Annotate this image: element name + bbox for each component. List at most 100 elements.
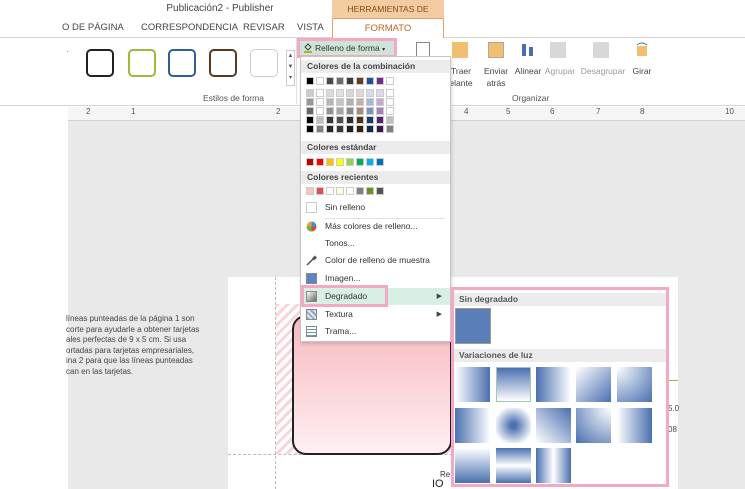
theme-color-swatch[interactable]: [306, 98, 314, 106]
theme-color-swatch[interactable]: [336, 98, 344, 106]
theme-color-swatch[interactable]: [326, 98, 334, 106]
theme-color-swatch[interactable]: [346, 98, 354, 106]
color-swatch[interactable]: [376, 158, 384, 166]
theme-color-swatch[interactable]: [306, 125, 314, 133]
menu-item-more-colors[interactable]: Más colores de relleno...: [301, 218, 450, 235]
theme-color-swatch[interactable]: [316, 116, 324, 124]
theme-color-swatch[interactable]: [386, 116, 394, 124]
theme-color-swatch[interactable]: [356, 116, 364, 124]
gradient-tile[interactable]: [496, 367, 531, 402]
theme-color-swatch[interactable]: [346, 116, 354, 124]
color-swatch[interactable]: [356, 187, 364, 195]
tab-view[interactable]: VISTA: [297, 22, 324, 33]
theme-color-swatch[interactable]: [346, 125, 354, 133]
color-swatch[interactable]: [336, 187, 344, 195]
tab-mailings[interactable]: CORRESPONDENCIA: [141, 22, 238, 33]
theme-color-swatch[interactable]: [376, 107, 384, 115]
gradient-tile[interactable]: [617, 367, 652, 402]
theme-color-swatch[interactable]: [316, 89, 324, 97]
shape-style-green[interactable]: [128, 49, 156, 77]
gradient-tile[interactable]: [455, 448, 490, 483]
theme-color-swatch[interactable]: [336, 77, 344, 85]
bring-forward-label-2[interactable]: elante: [447, 78, 475, 88]
theme-color-swatch[interactable]: [376, 77, 384, 85]
theme-color-swatch[interactable]: [366, 116, 374, 124]
menu-item-sample-color[interactable]: Color de relleno de muestra: [301, 252, 450, 269]
gradient-tile[interactable]: [455, 408, 490, 443]
theme-color-swatch[interactable]: [346, 107, 354, 115]
color-swatch[interactable]: [376, 187, 384, 195]
color-swatch[interactable]: [316, 158, 324, 166]
theme-color-swatch[interactable]: [366, 77, 374, 85]
gradient-tile[interactable]: [496, 408, 531, 443]
gradient-tile[interactable]: [576, 367, 611, 402]
gradient-tile[interactable]: [496, 448, 531, 483]
theme-color-swatch[interactable]: [376, 125, 384, 133]
send-backward-label-1[interactable]: Enviar: [482, 66, 510, 76]
theme-color-swatch[interactable]: [336, 107, 344, 115]
group-button[interactable]: Agrupar: [543, 66, 577, 76]
gradient-tile[interactable]: [455, 367, 490, 402]
theme-color-swatch[interactable]: [336, 116, 344, 124]
no-gradient-swatch[interactable]: [455, 308, 491, 344]
tab-page-design[interactable]: O DE PÁGINA: [62, 22, 124, 33]
color-swatch[interactable]: [366, 187, 374, 195]
theme-color-swatch[interactable]: [306, 107, 314, 115]
theme-color-swatch[interactable]: [306, 116, 314, 124]
theme-color-swatch[interactable]: [336, 125, 344, 133]
tab-format[interactable]: FORMATO: [332, 18, 444, 39]
bring-forward-label-1[interactable]: Traer: [447, 66, 475, 76]
theme-color-swatch[interactable]: [356, 89, 364, 97]
ungroup-button[interactable]: Desagrupar: [579, 66, 627, 76]
menu-item-no-fill[interactable]: Sin relleno: [301, 199, 450, 216]
menu-item-texture[interactable]: Textura ▶: [301, 306, 450, 323]
theme-color-swatch[interactable]: [326, 125, 334, 133]
theme-color-swatch[interactable]: [356, 125, 364, 133]
color-swatch[interactable]: [336, 158, 344, 166]
theme-color-swatch[interactable]: [326, 89, 334, 97]
theme-color-swatch[interactable]: [316, 98, 324, 106]
theme-color-swatch[interactable]: [376, 89, 384, 97]
menu-item-tints[interactable]: Tonos...: [301, 235, 450, 252]
send-backward-label-2[interactable]: atrás: [482, 78, 510, 88]
theme-color-swatch[interactable]: [346, 89, 354, 97]
theme-color-swatch[interactable]: [326, 77, 334, 85]
theme-color-swatch[interactable]: [366, 89, 374, 97]
color-swatch[interactable]: [346, 158, 354, 166]
theme-color-swatch[interactable]: [366, 98, 374, 106]
gradient-tile[interactable]: [536, 408, 571, 443]
styles-scroll-control[interactable]: ▲ ▼ ▾: [286, 50, 295, 86]
theme-color-swatch[interactable]: [316, 107, 324, 115]
shape-style-blue[interactable]: [168, 49, 196, 77]
theme-color-swatch[interactable]: [306, 89, 314, 97]
theme-color-swatch[interactable]: [356, 107, 364, 115]
theme-color-swatch[interactable]: [316, 125, 324, 133]
align-button[interactable]: Alinear: [512, 66, 544, 76]
gradient-tile[interactable]: [617, 408, 652, 443]
theme-color-swatch[interactable]: [326, 116, 334, 124]
theme-color-swatch[interactable]: [386, 107, 394, 115]
color-swatch[interactable]: [306, 187, 314, 195]
color-swatch[interactable]: [306, 158, 314, 166]
shape-style-gray[interactable]: [250, 49, 278, 77]
gradient-tile[interactable]: [536, 367, 571, 402]
theme-color-swatch[interactable]: [386, 89, 394, 97]
tab-review[interactable]: REVISAR: [243, 22, 285, 33]
theme-color-swatch[interactable]: [376, 98, 384, 106]
color-swatch[interactable]: [356, 158, 364, 166]
theme-color-swatch[interactable]: [356, 98, 364, 106]
color-swatch[interactable]: [316, 187, 324, 195]
theme-color-swatch[interactable]: [326, 107, 334, 115]
color-swatch[interactable]: [326, 158, 334, 166]
theme-color-swatch[interactable]: [386, 77, 394, 85]
shape-style-brown[interactable]: [209, 49, 237, 77]
theme-color-swatch[interactable]: [346, 77, 354, 85]
color-swatch[interactable]: [366, 158, 374, 166]
theme-color-swatch[interactable]: [376, 116, 384, 124]
theme-color-swatch[interactable]: [386, 125, 394, 133]
shape-style-black[interactable]: [86, 49, 114, 77]
theme-color-swatch[interactable]: [386, 98, 394, 106]
theme-color-swatch[interactable]: [356, 77, 364, 85]
gradient-tile[interactable]: [536, 448, 571, 483]
color-swatch[interactable]: [346, 187, 354, 195]
